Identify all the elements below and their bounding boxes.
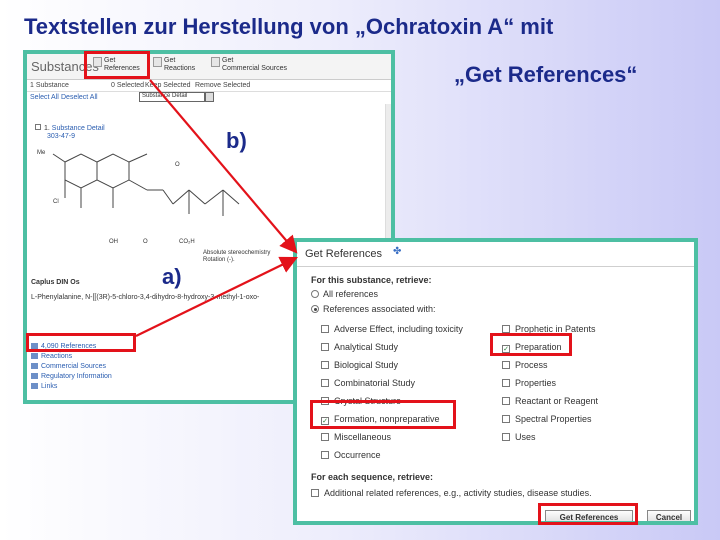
callout-b: b) bbox=[226, 128, 247, 153]
callout-a: a) bbox=[162, 264, 182, 289]
arrow-a bbox=[135, 256, 298, 337]
arrow-b bbox=[149, 79, 298, 254]
callout-arrows bbox=[135, 79, 298, 337]
